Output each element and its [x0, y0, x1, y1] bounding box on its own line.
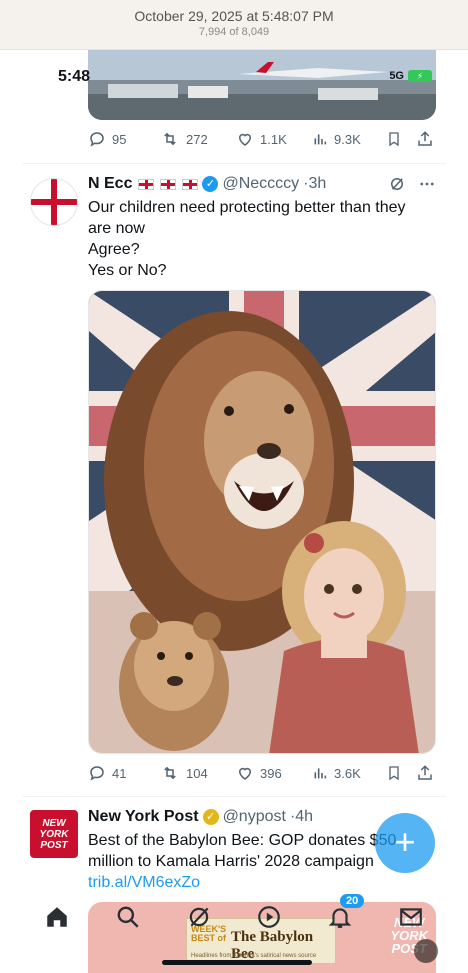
share-icon [418, 765, 432, 780]
flag-cross-horizontal [31, 199, 77, 205]
avatar-text-line: YORK [39, 829, 69, 840]
reply-count: 95 [112, 131, 127, 147]
avatar[interactable] [30, 178, 78, 226]
heart-icon [238, 767, 252, 780]
home-icon [47, 907, 68, 927]
tweet-header: N Ecc ✓ @Neccccy ·3h [88, 175, 436, 193]
avatar-text-line: NEW [42, 818, 66, 829]
verified-badge-icon: ✓ [202, 176, 219, 192]
retweet-button[interactable]: 272 [160, 130, 236, 148]
mail-icon [399, 908, 422, 926]
nav-grok[interactable] [179, 904, 219, 932]
england-flag-icon [138, 178, 155, 190]
tweet-text-line: Our children need protecting better than… [88, 199, 406, 216]
grok-icon[interactable] [388, 175, 406, 193]
tweet-link[interactable]: trib.al/VM6exZo [88, 872, 436, 893]
like-count: 1.1K [260, 131, 287, 147]
nav-video[interactable] [249, 904, 289, 932]
views-button[interactable]: 9.3K [312, 131, 386, 147]
england-flag-icon [160, 178, 177, 190]
tweet-divider [22, 796, 446, 797]
reply-count: 41 [112, 765, 127, 781]
username-handle[interactable]: @nypost [223, 808, 286, 826]
reply-icon [90, 132, 104, 147]
bookmark-icon [389, 766, 399, 781]
heart-icon [238, 133, 252, 146]
capture-count: 7,994 of 8,049 [198, 26, 270, 38]
tweet-image-lion-and-girl[interactable] [88, 290, 436, 754]
nav-search[interactable] [108, 904, 148, 932]
previous-tweet-actions: 95 272 1.1K 9.3K [88, 130, 436, 148]
retweet-count: 104 [186, 765, 208, 781]
tweet-text-line: are now [88, 220, 145, 237]
more-options-icon[interactable] [418, 175, 436, 193]
capture-header: October 29, 2025 at 5:48:07 PM 7,994 of … [0, 0, 468, 50]
england-flag-icon [182, 178, 199, 190]
reply-button[interactable]: 95 [88, 130, 160, 148]
share-button[interactable] [416, 130, 434, 148]
views-count: 9.3K [334, 131, 361, 147]
home-indicator[interactable] [162, 960, 312, 965]
card-week-line: BEST of [191, 933, 226, 943]
bookmark-button[interactable] [386, 130, 416, 148]
views-button[interactable]: 3.6K [312, 765, 386, 781]
battery-icon: ⚡ [408, 70, 432, 82]
post-time: ·4h [289, 808, 314, 825]
play-icon [258, 906, 281, 928]
bookmark-button[interactable] [386, 764, 416, 782]
share-button[interactable] [416, 764, 434, 782]
nav-messages[interactable] [391, 904, 431, 932]
verified-badge-icon: ✓ [202, 809, 219, 825]
display-name[interactable]: N Ecc [88, 175, 132, 193]
share-icon [418, 131, 432, 146]
tweet-tools [388, 175, 436, 193]
search-icon [117, 906, 139, 928]
grok-icon [189, 907, 209, 927]
retweet-count: 272 [186, 131, 208, 147]
retweet-icon [164, 132, 176, 146]
compose-post-button[interactable]: + [375, 813, 435, 873]
tweet-divider [22, 163, 446, 164]
scan-icon[interactable] [414, 939, 438, 963]
views-icon [314, 134, 327, 145]
post-time: ·3h [303, 175, 327, 192]
card-subtitle: Headlines from America's satirical news … [191, 953, 317, 959]
network-label: 5G [389, 70, 404, 82]
status-indicators: 5G ⚡ [389, 70, 432, 82]
tweet-actions: 41 104 396 3.6K [88, 764, 436, 782]
like-button[interactable]: 1.1K [236, 130, 312, 148]
capture-date: October 29, 2025 at 5:48:07 PM [134, 8, 334, 24]
status-time: 5:48 [58, 68, 91, 85]
like-button[interactable]: 396 [236, 764, 312, 782]
notifications-badge: 20 [339, 894, 365, 908]
nav-notifications[interactable]: 20 [320, 894, 365, 932]
reply-icon [90, 766, 104, 781]
display-name[interactable]: New York Post [88, 808, 199, 826]
like-count: 396 [260, 765, 282, 781]
nav-home[interactable] [37, 904, 77, 932]
avatar[interactable]: NEW YORK POST [30, 810, 78, 858]
views-icon [314, 768, 327, 779]
retweet-button[interactable]: 104 [160, 764, 236, 782]
tweet-text: Our children need protecting better than… [88, 197, 436, 281]
bookmark-icon [389, 132, 399, 147]
username-handle[interactable]: @Neccccy [222, 175, 299, 193]
reply-button[interactable]: 41 [88, 764, 160, 782]
retweet-icon [164, 766, 176, 780]
previous-tweet-image[interactable] [88, 50, 436, 120]
tweet-text-line: Agree? [88, 241, 140, 258]
phone-screen: 5:48 5G ⚡ 95 272 1.1K 9.3K N Ecc ✓ @Necc… [22, 50, 446, 973]
tweet-text-line: Yes or No? [88, 262, 167, 279]
views-count: 3.6K [334, 765, 361, 781]
avatar-text-line: POST [40, 840, 68, 851]
